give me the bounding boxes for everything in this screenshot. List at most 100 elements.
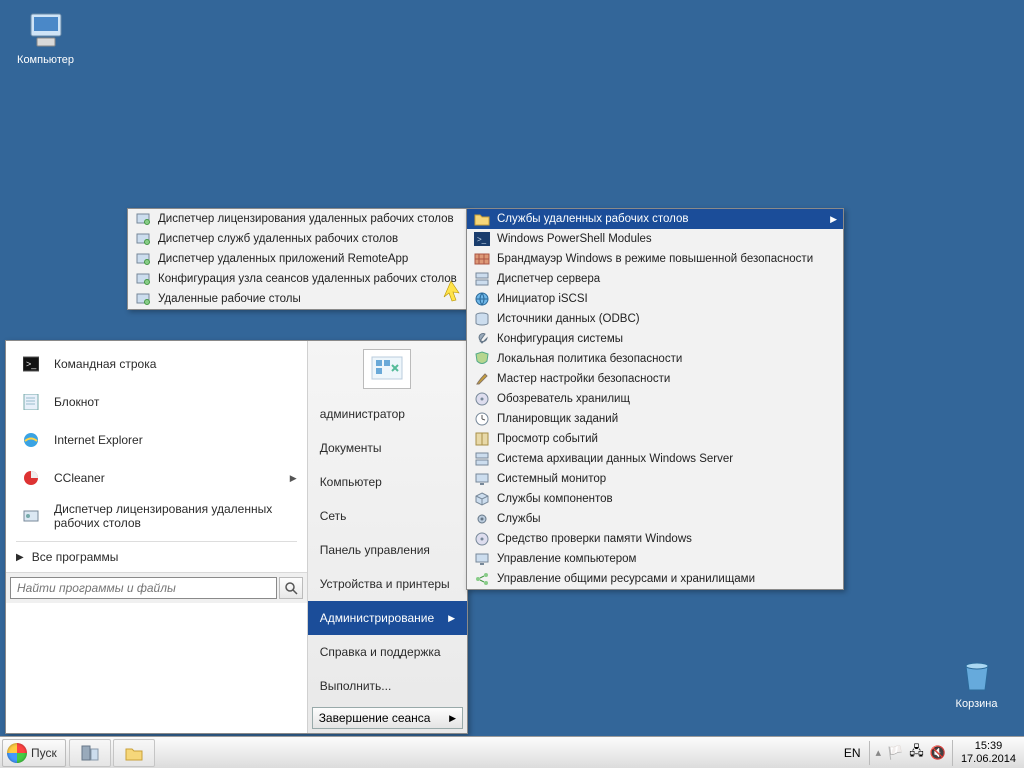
rds-item-3[interactable]: Конфигурация узла сеансов удаленных рабо… bbox=[128, 269, 468, 289]
brush-icon bbox=[473, 371, 491, 387]
taskbar-button-explorer[interactable] bbox=[113, 739, 155, 767]
rds-item-1[interactable]: Диспетчер служб удаленных рабочих столов bbox=[128, 229, 468, 249]
app-label: Диспетчер лицензирования удаленных рабоч… bbox=[54, 502, 297, 530]
tool-icon bbox=[134, 231, 152, 247]
menu-label: Мастер настройки безопасности bbox=[497, 373, 670, 385]
submenu-remote-desktop-services: Диспетчер лицензирования удаленных рабоч… bbox=[127, 208, 469, 310]
submenu-administrative-tools: Службы удаленных рабочих столов ▶ >_Window… bbox=[466, 208, 844, 590]
start-right-user[interactable]: администратор bbox=[308, 397, 467, 431]
start-right-help[interactable]: Справка и поддержка bbox=[308, 635, 467, 669]
admin-item-10[interactable]: Планировщик заданий bbox=[467, 409, 843, 429]
admin-item-0[interactable]: Службы удаленных рабочих столов ▶ bbox=[467, 209, 843, 229]
start-button-label: Пуск bbox=[31, 746, 57, 760]
start-right-devices[interactable]: Устройства и принтеры bbox=[308, 567, 467, 601]
menu-label: Службы компонентов bbox=[497, 493, 613, 505]
svg-text:>_: >_ bbox=[26, 359, 37, 369]
all-programs[interactable]: ▶ Все программы bbox=[6, 544, 307, 572]
computer-icon bbox=[25, 10, 67, 52]
taskbar-clock[interactable]: 15:39 17.06.2014 bbox=[952, 740, 1024, 766]
admin-item-3[interactable]: Диспетчер сервера bbox=[467, 269, 843, 289]
tray-arrow-icon[interactable]: ▴ bbox=[876, 746, 882, 759]
start-right-administration[interactable]: Администрирование ▶ bbox=[308, 601, 467, 635]
chevron-right-icon: ▶ bbox=[830, 214, 837, 225]
admin-item-15[interactable]: Службы bbox=[467, 509, 843, 529]
network-warning-icon[interactable]: 🖧 bbox=[909, 742, 924, 764]
desktop-icon-computer[interactable]: Компьютер bbox=[8, 10, 83, 66]
disk-icon bbox=[473, 531, 491, 547]
tool-icon bbox=[134, 251, 152, 267]
admin-item-18[interactable]: Управление общими ресурсами и хранилищам… bbox=[467, 569, 843, 589]
admin-item-11[interactable]: Просмотр событий bbox=[467, 429, 843, 449]
admin-item-16[interactable]: Средство проверки памяти Windows bbox=[467, 529, 843, 549]
start-menu: >_Командная строкаБлокнот Internet Explor… bbox=[5, 340, 468, 734]
admin-item-5[interactable]: Источники данных (ODBC) bbox=[467, 309, 843, 329]
menu-label: Управление компьютером bbox=[497, 553, 636, 565]
rds-item-0[interactable]: Диспетчер лицензирования удаленных рабоч… bbox=[128, 209, 468, 229]
tray-icons: ▴ 🏳️ 🖧 🔇 bbox=[869, 741, 952, 765]
start-app-1[interactable]: Блокнот bbox=[10, 383, 303, 421]
desktop-icon-label: Компьютер bbox=[8, 54, 83, 66]
start-app-4[interactable]: Диспетчер лицензирования удаленных рабоч… bbox=[10, 497, 303, 535]
recycle-bin-icon bbox=[956, 654, 998, 696]
start-menu-right: администратор Документы Компьютер Сеть П… bbox=[307, 341, 467, 733]
admin-item-1[interactable]: >_Windows PowerShell Modules bbox=[467, 229, 843, 249]
flag-icon[interactable]: 🏳️ bbox=[887, 745, 903, 761]
admin-item-2[interactable]: Брандмауэр Windows в режиме повышенной б… bbox=[467, 249, 843, 269]
menu-label: Локальная политика безопасности bbox=[497, 353, 682, 365]
all-programs-label: Все программы bbox=[32, 550, 119, 564]
desktop-icon-recycle[interactable]: Корзина bbox=[939, 654, 1014, 710]
admin-item-6[interactable]: Конфигурация системы bbox=[467, 329, 843, 349]
app-label: CCleaner bbox=[54, 471, 290, 485]
menu-label: Конфигурация системы bbox=[497, 333, 623, 345]
search-input[interactable] bbox=[10, 577, 277, 599]
start-right-network[interactable]: Сеть bbox=[308, 499, 467, 533]
admin-item-14[interactable]: Службы компонентов bbox=[467, 489, 843, 509]
admin-item-13[interactable]: Системный монитор bbox=[467, 469, 843, 489]
firewall-icon bbox=[473, 251, 491, 267]
admin-item-4[interactable]: Инициатор iSCSI bbox=[467, 289, 843, 309]
admin-item-7[interactable]: Локальная политика безопасности bbox=[467, 349, 843, 369]
start-right-documents[interactable]: Документы bbox=[308, 431, 467, 465]
admin-item-8[interactable]: Мастер настройки безопасности bbox=[467, 369, 843, 389]
start-app-0[interactable]: >_Командная строка bbox=[10, 345, 303, 383]
app-label: Internet Explorer bbox=[54, 433, 297, 447]
admin-item-9[interactable]: Обозреватель хранилищ bbox=[467, 389, 843, 409]
search-button[interactable] bbox=[279, 577, 303, 599]
monitor-icon bbox=[473, 471, 491, 487]
user-avatar[interactable] bbox=[363, 349, 411, 389]
start-right-computer[interactable]: Компьютер bbox=[308, 465, 467, 499]
tool-icon bbox=[134, 271, 152, 287]
admin-item-17[interactable]: Управление компьютером bbox=[467, 549, 843, 569]
folder-icon bbox=[473, 211, 491, 227]
triangle-icon: ▶ bbox=[16, 552, 24, 563]
start-right-control-panel[interactable]: Панель управления bbox=[308, 533, 467, 567]
menu-label: Удаленные рабочие столы bbox=[158, 293, 301, 305]
tool-icon bbox=[134, 211, 152, 227]
start-button[interactable]: Пуск bbox=[2, 739, 66, 767]
chevron-right-icon: ▶ bbox=[290, 473, 297, 484]
menu-label: Система архивации данных Windows Server bbox=[497, 453, 733, 465]
shutdown-button[interactable]: Завершение сеанса ▶ bbox=[312, 707, 463, 729]
taskbar-button-server-manager[interactable] bbox=[69, 739, 111, 767]
menu-label: Источники данных (ODBC) bbox=[497, 313, 640, 325]
menu-label: Брандмауэр Windows в режиме повышенной б… bbox=[497, 253, 813, 265]
rds-item-2[interactable]: Диспетчер удаленных приложений RemoteApp bbox=[128, 249, 468, 269]
book-icon bbox=[473, 431, 491, 447]
menu-label: Диспетчер сервера bbox=[497, 273, 600, 285]
start-right-run[interactable]: Выполнить... bbox=[308, 669, 467, 703]
menu-label: Службы удаленных рабочих столов bbox=[497, 213, 689, 225]
language-indicator[interactable]: EN bbox=[836, 746, 869, 760]
clock-icon bbox=[473, 411, 491, 427]
start-app-3[interactable]: CCleaner▶ bbox=[10, 459, 303, 497]
administration-label: Администрирование bbox=[320, 611, 434, 625]
globe-icon bbox=[473, 291, 491, 307]
monitor-icon bbox=[473, 551, 491, 567]
volume-muted-icon[interactable]: 🔇 bbox=[930, 745, 946, 761]
start-app-2[interactable]: Internet Explorer bbox=[10, 421, 303, 459]
tool-icon bbox=[134, 291, 152, 307]
ccleaner-icon bbox=[16, 463, 46, 493]
rds-item-4[interactable]: Удаленные рабочие столы bbox=[128, 289, 468, 309]
admin-item-12[interactable]: Система архивации данных Windows Server bbox=[467, 449, 843, 469]
menu-label: Управление общими ресурсами и хранилищам… bbox=[497, 573, 755, 585]
ps-icon: >_ bbox=[473, 231, 491, 247]
